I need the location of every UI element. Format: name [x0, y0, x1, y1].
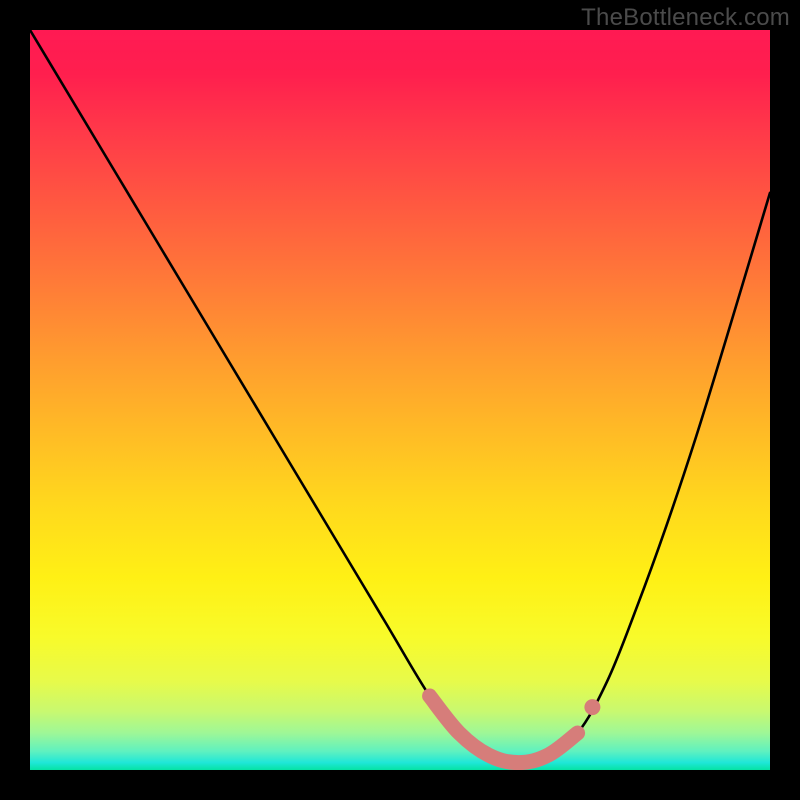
sweet-spot-end-dot	[584, 699, 600, 715]
chart-frame: TheBottleneck.com	[0, 0, 800, 800]
sweet-spot-band	[430, 696, 578, 763]
bottleneck-curve	[30, 30, 770, 763]
plot-area	[30, 30, 770, 770]
watermark-text: TheBottleneck.com	[581, 4, 790, 32]
chart-svg	[30, 30, 770, 770]
